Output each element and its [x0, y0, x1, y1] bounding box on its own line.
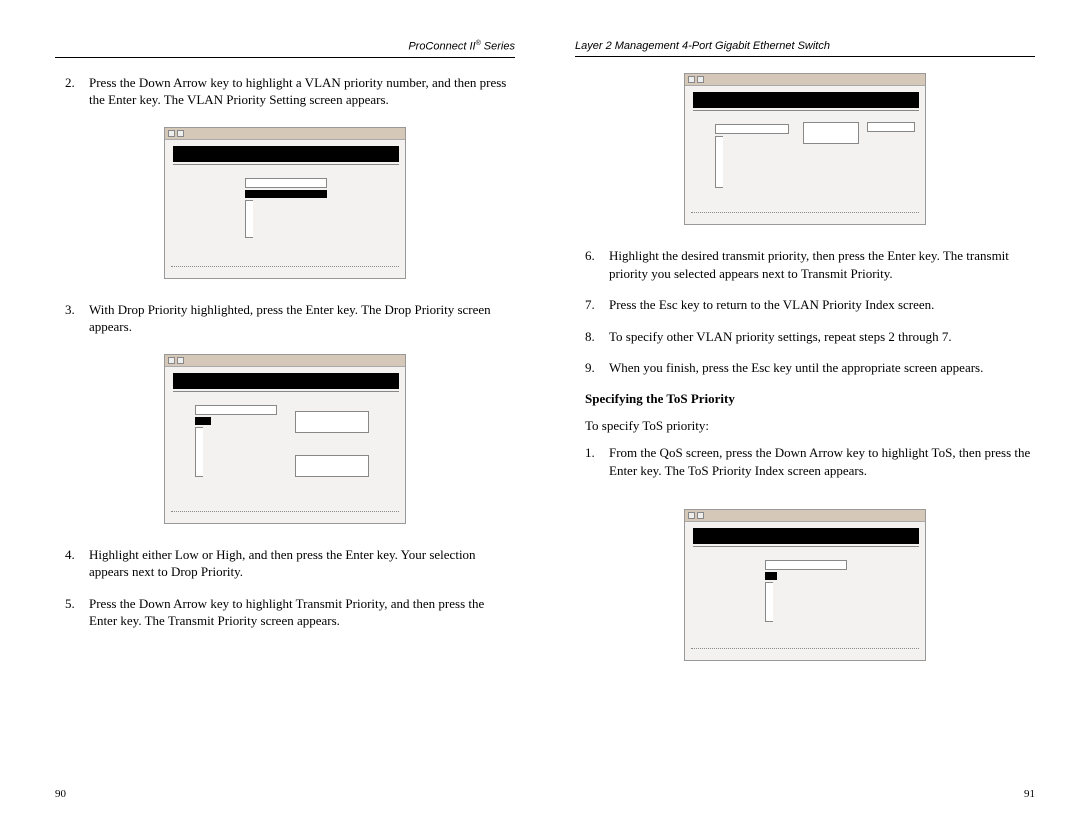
step-3: 3. With Drop Priority highlighted, press… — [55, 301, 515, 336]
sec-step-1: 1. From the QoS screen, press the Down A… — [575, 444, 1035, 479]
figure-highlight-bar — [765, 572, 777, 580]
section-heading-tos: Specifying the ToS Priority — [585, 391, 1035, 407]
page-number-left: 90 — [55, 788, 66, 800]
figure-footer — [691, 648, 919, 658]
step-text: Press the Down Arrow key to highlight Tr… — [89, 595, 515, 630]
step-number: 5. — [65, 595, 89, 630]
step-9: 9. When you finish, press the Esc key un… — [575, 359, 1035, 377]
figure-titlebar — [165, 355, 405, 367]
step-number: 6. — [585, 247, 609, 282]
step-number: 4. — [65, 546, 89, 581]
page-number-right: 91 — [1024, 788, 1035, 800]
figure-titlebar — [685, 510, 925, 522]
step-text: From the QoS screen, press the Down Arro… — [609, 444, 1035, 479]
step-text: Highlight the desired transmit priority,… — [609, 247, 1035, 282]
figure-list-box — [195, 427, 203, 477]
window-control-icon — [697, 512, 704, 519]
page-left: ProConnect II® Series 2. Press the Down … — [55, 40, 515, 800]
figure-label-box — [245, 178, 327, 188]
figure-vlan-priority-setting — [164, 127, 406, 279]
figure-footer — [171, 511, 399, 521]
step-text: Press the Esc key to return to the VLAN … — [609, 296, 1035, 314]
figure-titlebar — [685, 74, 925, 86]
window-control-icon — [177, 130, 184, 137]
figure-highlight-bar — [245, 190, 327, 198]
step-text: With Drop Priority highlighted, press th… — [89, 301, 515, 336]
header-text-a: ProConnect II — [408, 41, 475, 53]
figure-titlebar — [165, 128, 405, 140]
window-control-icon — [688, 76, 695, 83]
figure-transmit-priority — [684, 73, 926, 225]
step-text: Press the Down Arrow key to highlight a … — [89, 74, 515, 109]
step-number: 7. — [585, 296, 609, 314]
step-6: 6. Highlight the desired transmit priori… — [575, 247, 1035, 282]
figure-divider — [173, 391, 399, 392]
figure-divider — [173, 164, 399, 165]
figure-divider — [693, 546, 919, 547]
figure-popup-box — [295, 411, 369, 433]
running-header-right: Layer 2 Management 4-Port Gigabit Ethern… — [575, 40, 1035, 57]
header-text-b: Series — [481, 41, 515, 53]
figure-popup-box — [867, 122, 915, 132]
section-intro: To specify ToS priority: — [575, 417, 1035, 435]
step-4: 4. Highlight either Low or High, and the… — [55, 546, 515, 581]
running-header-left: ProConnect II® Series — [55, 40, 515, 58]
figure-header-bar — [693, 528, 919, 544]
figure-tos-priority-index — [684, 509, 926, 661]
step-number: 8. — [585, 328, 609, 346]
figure-footer — [691, 212, 919, 222]
window-control-icon — [688, 512, 695, 519]
figure-highlight-bar — [195, 417, 211, 425]
window-control-icon — [168, 130, 175, 137]
figure-divider — [693, 110, 919, 111]
figure-drop-priority — [164, 354, 406, 524]
page-right: Layer 2 Management 4-Port Gigabit Ethern… — [575, 40, 1035, 800]
figure-popup-box — [295, 455, 369, 477]
figure-header-bar — [693, 92, 919, 108]
step-8: 8. To specify other VLAN priority settin… — [575, 328, 1035, 346]
figure-list-box — [765, 582, 773, 622]
window-control-icon — [697, 76, 704, 83]
figure-label-box — [715, 124, 789, 134]
step-5: 5. Press the Down Arrow key to highlight… — [55, 595, 515, 630]
step-text: Highlight either Low or High, and then p… — [89, 546, 515, 581]
figure-header-bar — [173, 146, 399, 162]
step-number: 1. — [585, 444, 609, 479]
figure-header-bar — [173, 373, 399, 389]
figure-footer — [171, 266, 399, 276]
step-text: When you finish, press the Esc key until… — [609, 359, 1035, 377]
figure-popup-box — [803, 122, 859, 144]
window-control-icon — [177, 357, 184, 364]
step-number: 2. — [65, 74, 89, 109]
step-number: 9. — [585, 359, 609, 377]
figure-list-box — [715, 136, 723, 188]
step-7: 7. Press the Esc key to return to the VL… — [575, 296, 1035, 314]
figure-list-box — [245, 200, 253, 238]
figure-label-box — [765, 560, 847, 570]
step-text: To specify other VLAN priority settings,… — [609, 328, 1035, 346]
step-number: 3. — [65, 301, 89, 336]
step-2: 2. Press the Down Arrow key to highlight… — [55, 74, 515, 109]
figure-label-box — [195, 405, 277, 415]
window-control-icon — [168, 357, 175, 364]
